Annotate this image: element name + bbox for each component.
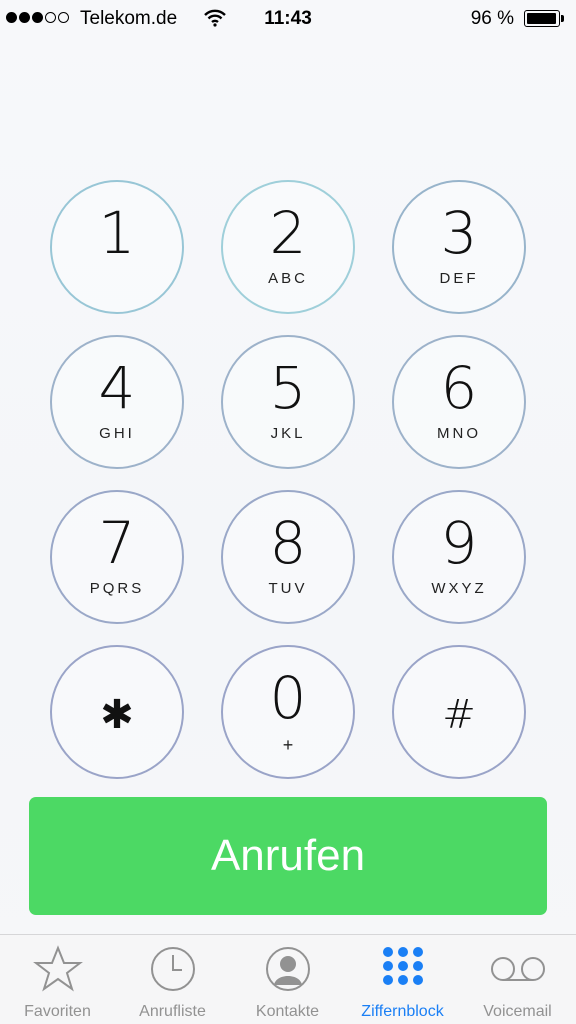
tab-label: Kontakte <box>255 1003 320 1020</box>
keypad: 1 2 ABC 3 DEF 4 GHI 5 JKL 6 MNO 7 PQRS 8… <box>0 0 576 800</box>
tab-label: Voicemail <box>483 1003 552 1020</box>
tab-keypad[interactable]: Ziffernblock <box>345 935 460 1024</box>
key-letters: WXYZ <box>431 580 487 597</box>
key-letters: ABC <box>268 270 308 287</box>
key-letters: TUV <box>268 580 308 597</box>
key-1[interactable]: 1 <box>50 180 184 314</box>
contact-icon <box>230 947 345 991</box>
tab-label: Favoriten <box>24 1003 91 1020</box>
key-digit: 6 <box>440 354 478 422</box>
key-digit: # <box>442 692 476 738</box>
tab-bar: Favoriten Anrufliste Kontakte Ziffernblo… <box>0 934 576 1024</box>
key-digit: 4 <box>98 354 136 422</box>
key-0[interactable]: 0 + <box>221 645 355 779</box>
tab-favorites[interactable]: Favoriten <box>0 935 115 1024</box>
call-button-label: Anrufen <box>210 831 366 880</box>
key-digit: ✱ <box>100 692 134 738</box>
tab-label: Anrufliste <box>139 1003 206 1020</box>
voicemail-icon <box>460 947 575 991</box>
key-digit: 9 <box>440 509 478 577</box>
key-2[interactable]: 2 ABC <box>221 180 355 314</box>
key-digit: 2 <box>269 199 307 267</box>
key-7[interactable]: 7 PQRS <box>50 490 184 624</box>
key-digit: 7 <box>98 509 136 577</box>
star-icon <box>0 945 115 992</box>
tab-label: Ziffernblock <box>361 1003 444 1020</box>
key-4[interactable]: 4 GHI <box>50 335 184 469</box>
tab-recents[interactable]: Anrufliste <box>115 935 230 1024</box>
key-8[interactable]: 8 TUV <box>221 490 355 624</box>
key-letters: JKL <box>270 425 306 442</box>
clock-icon <box>115 947 230 991</box>
tab-voicemail[interactable]: Voicemail <box>460 935 575 1024</box>
key-star[interactable]: ✱ <box>50 645 184 779</box>
key-5[interactable]: 5 JKL <box>221 335 355 469</box>
key-digit: 0 <box>269 664 307 732</box>
key-letters: PQRS <box>89 580 145 597</box>
key-letters: MNO <box>437 425 481 442</box>
key-letters: DEF <box>439 270 479 287</box>
key-9[interactable]: 9 WXYZ <box>392 490 526 624</box>
key-digit: 1 <box>98 199 136 267</box>
tab-contacts[interactable]: Kontakte <box>230 935 345 1024</box>
key-3[interactable]: 3 DEF <box>392 180 526 314</box>
key-6[interactable]: 6 MNO <box>392 335 526 469</box>
key-letters: GHI <box>99 425 135 442</box>
call-button[interactable]: Anrufen <box>29 797 547 915</box>
keypad-icon <box>345 947 460 991</box>
key-digit: 5 <box>269 354 307 422</box>
key-digit: 3 <box>440 199 478 267</box>
key-digit: 8 <box>269 509 307 577</box>
key-hash[interactable]: # <box>392 645 526 779</box>
key-letters: + <box>282 735 294 755</box>
